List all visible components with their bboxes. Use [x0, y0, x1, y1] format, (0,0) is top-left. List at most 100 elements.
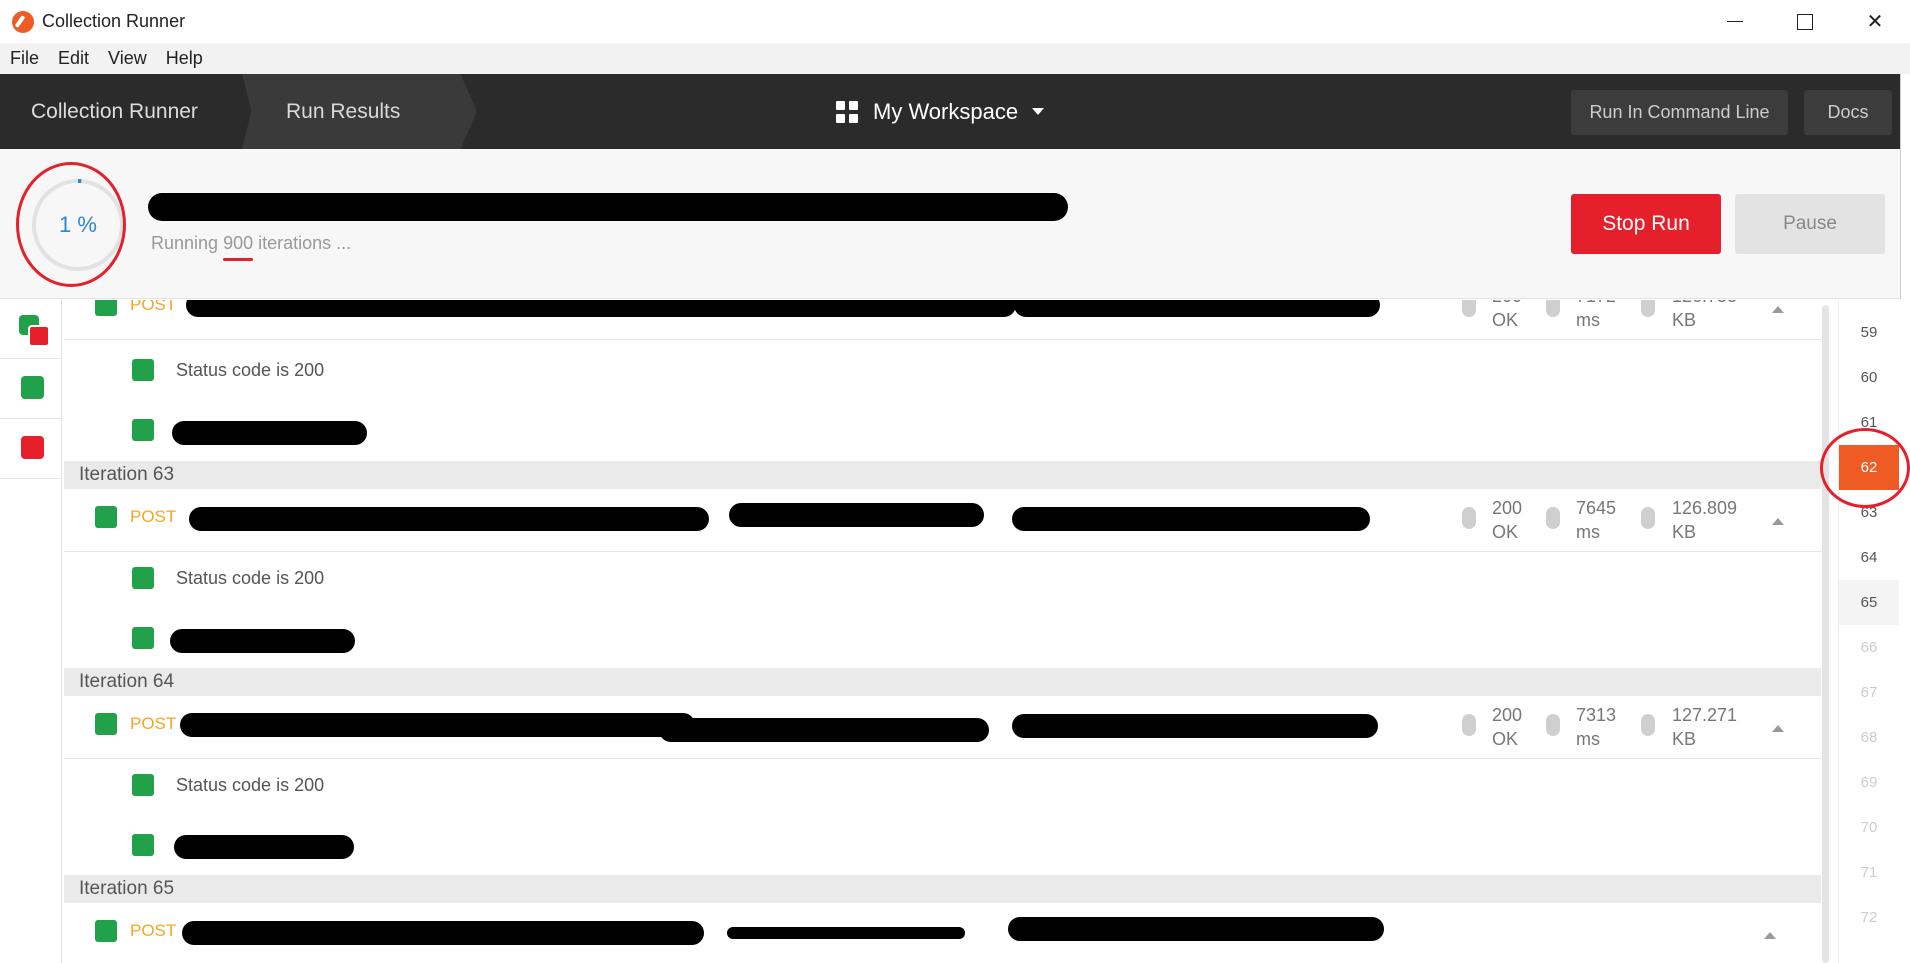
response-status: 200OK: [1492, 300, 1522, 330]
redacted-collection-name: [148, 193, 1068, 221]
redacted-request-url: [729, 503, 984, 527]
docs-button[interactable]: Docs: [1804, 90, 1892, 135]
test-row: [64, 819, 1821, 879]
test-name: Status code is 200: [176, 775, 325, 795]
status-dot-icon: [1462, 507, 1476, 529]
redacted-test-name: [172, 421, 367, 445]
response-time: 7313 ms: [1576, 705, 1617, 749]
pass-icon: [132, 419, 154, 441]
request-method: POST: [130, 921, 177, 940]
iteration-link[interactable]: 67: [1839, 670, 1899, 715]
workspace-grid-icon: [836, 100, 858, 123]
chevron-up-icon[interactable]: [1764, 932, 1776, 939]
redacted-request-url: [182, 921, 704, 945]
minimize-button[interactable]: [1700, 0, 1770, 43]
result-filters: [0, 300, 62, 963]
iteration-link[interactable]: 69: [1839, 760, 1899, 805]
maximize-icon: [1797, 13, 1813, 30]
iteration-link[interactable]: 71: [1839, 850, 1899, 895]
results-scrollbar[interactable]: [1822, 305, 1829, 963]
iteration-index: 59 60 61 62 63 64 65 66 67 68 69 70 71 7…: [1838, 300, 1910, 963]
workspace-switcher[interactable]: My Workspace: [836, 74, 1045, 149]
iteration-count: 900: [223, 233, 254, 253]
response-time: 7645 ms: [1576, 498, 1617, 542]
filter-failed-icon[interactable]: [21, 436, 44, 459]
pause-button[interactable]: Pause: [1735, 194, 1885, 254]
redacted-request-url: [189, 507, 709, 531]
test-row: [64, 401, 1821, 461]
iteration-link[interactable]: 59: [1839, 310, 1899, 355]
filter-all-failed-icon[interactable]: [28, 325, 50, 347]
filter-passed-icon[interactable]: [21, 376, 44, 399]
redacted-test-name: [170, 629, 355, 653]
request-row[interactable]: POST 200OK 7172ms 126.753KB: [64, 300, 1821, 340]
redacted-request-url: [1012, 714, 1378, 738]
workspace-name: My Workspace: [873, 98, 1019, 124]
test-row: Status code is 200: [64, 759, 1821, 819]
iteration-header: Iteration 63: [64, 461, 1821, 489]
breadcrumb-run-results[interactable]: Run Results: [242, 74, 477, 149]
results-list[interactable]: POST 200OK 7172ms 126.753KB Status code …: [64, 300, 1821, 963]
pass-icon: [95, 300, 117, 316]
response-size: 126.809 KB: [1672, 498, 1738, 542]
pass-icon: [132, 567, 154, 589]
response-time: 7172ms: [1576, 300, 1616, 330]
request-row[interactable]: POST 200 OK 7645 ms 126.809 KB: [64, 489, 1821, 552]
chevron-up-icon[interactable]: [1772, 725, 1784, 732]
chevron-up-icon[interactable]: [1772, 306, 1784, 313]
request-method: POST: [130, 714, 177, 733]
divider: [0, 418, 62, 419]
menu-view[interactable]: View: [108, 48, 147, 69]
close-button[interactable]: ✕: [1840, 0, 1910, 43]
status-dot-icon: [1462, 300, 1476, 317]
iteration-link[interactable]: 60: [1839, 355, 1899, 400]
response-status: 200OK: [1492, 705, 1523, 749]
iteration-link[interactable]: 64: [1839, 535, 1899, 580]
size-dot-icon: [1641, 507, 1655, 529]
request-method: POST: [130, 507, 177, 526]
test-row: Status code is 200: [64, 341, 1821, 401]
running-suffix: iterations ...: [258, 233, 352, 253]
maximize-button[interactable]: [1770, 0, 1840, 43]
pass-icon: [95, 713, 117, 735]
status-dot-icon: [1462, 714, 1476, 736]
iteration-link[interactable]: 72: [1839, 895, 1899, 940]
divider: [0, 358, 62, 359]
request-row[interactable]: POST 200 OK 7313 ms 127.271 KB: [64, 696, 1821, 759]
breadcrumb-collection-runner[interactable]: Collection Runner: [0, 74, 245, 149]
request-row[interactable]: POST: [64, 903, 1821, 963]
stop-run-button[interactable]: Stop Run: [1571, 194, 1721, 254]
test-row: [64, 612, 1821, 672]
menu-bar: File Edit View Help: [0, 43, 1910, 74]
redacted-request-url: [180, 713, 695, 737]
redacted-request-url: [186, 300, 1016, 317]
run-in-command-line-button[interactable]: Run In Command Line: [1571, 90, 1788, 135]
pass-icon: [95, 506, 117, 528]
redacted-request-url: [659, 718, 989, 742]
pass-icon: [132, 834, 154, 856]
time-dot-icon: [1546, 714, 1560, 736]
iteration-link[interactable]: 70: [1839, 805, 1899, 850]
redacted-request-url: [1012, 507, 1370, 531]
redacted-request-url: [1014, 300, 1380, 317]
run-status-bar: 1 % Running 900 iterations ... Stop Run …: [0, 149, 1900, 299]
iteration-link[interactable]: 65: [1839, 580, 1899, 625]
minimize-icon: [1727, 20, 1743, 23]
size-dot-icon: [1641, 300, 1655, 317]
menu-help[interactable]: Help: [166, 48, 203, 69]
chevron-down-icon: [1032, 108, 1045, 115]
chevron-up-icon[interactable]: [1772, 518, 1784, 525]
iteration-header: Iteration 64: [64, 668, 1821, 696]
pass-icon: [132, 627, 154, 649]
iteration-link[interactable]: 68: [1839, 715, 1899, 760]
time-dot-icon: [1546, 507, 1560, 529]
menu-edit[interactable]: Edit: [58, 48, 89, 69]
test-name: Status code is 200: [176, 360, 325, 380]
iteration-link[interactable]: 66: [1839, 625, 1899, 670]
window-controls: ✕: [1700, 0, 1910, 43]
menu-file[interactable]: File: [10, 48, 39, 69]
pass-icon: [95, 920, 117, 942]
annotation-circle: [1820, 428, 1910, 508]
pass-icon: [132, 774, 154, 796]
redacted-request-url: [727, 927, 965, 939]
